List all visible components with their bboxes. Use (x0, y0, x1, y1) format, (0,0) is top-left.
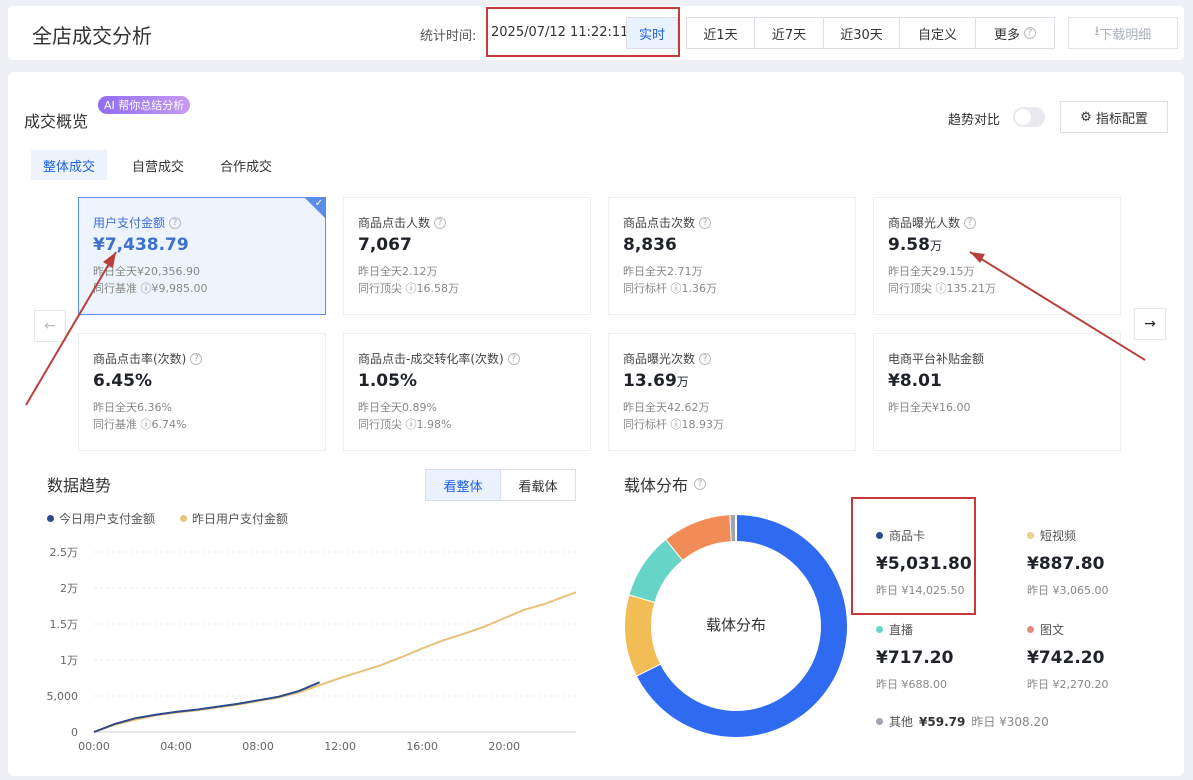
dist-value: ¥717.20 (876, 648, 954, 668)
y-tick-label: 0 (71, 726, 78, 739)
donut-center-label: 载体分布 (705, 616, 766, 634)
y-tick-label: 2万 (60, 582, 78, 595)
dist-item-image-text: 图文 ¥742.20 昨日 ¥2,270.20 (1027, 621, 1108, 692)
dist-item-live: 直播 ¥717.20 昨日 ¥688.00 (876, 621, 953, 692)
dist-yesterday: 昨日 ¥688.00 (876, 678, 947, 691)
trend-chart: 0 5,000 1万 1.5万 2万 2.5万 00:00 04:00 08:00 12:00 16… (47, 546, 577, 753)
view-carrier-button[interactable]: 看载体 (500, 469, 576, 501)
legend-dot (1027, 626, 1034, 633)
distribution-title-wrap: 载体分布 ? (624, 472, 707, 496)
legend-dot (876, 626, 883, 633)
x-tick-label: 00:00 (78, 740, 110, 753)
trend-title: 数据趋势 (47, 476, 112, 495)
view-overall-button[interactable]: 看整体 (425, 469, 501, 501)
dist-label: 短视频 (1040, 529, 1077, 543)
highlight-box (851, 497, 976, 615)
donut-slice (629, 539, 684, 603)
y-tick-label: 2.5万 (50, 546, 79, 559)
donut-slice (666, 515, 733, 561)
x-tick-label: 12:00 (324, 740, 356, 753)
legend-dot (1027, 532, 1034, 539)
y-tick-label: 1万 (60, 654, 78, 667)
dist-label: 直播 (889, 623, 914, 637)
legend-today: 今日用户支付金额 (47, 510, 155, 527)
x-tick-label: 16:00 (406, 740, 438, 753)
dist-label: 其他 (889, 715, 914, 729)
dist-yesterday: 昨日 ¥3,065.00 (1027, 584, 1109, 597)
dist-item-short-video: 短视频 ¥887.80 昨日 ¥3,065.00 (1027, 527, 1108, 598)
y-tick-label: 5,000 (47, 690, 79, 703)
y-tick-label: 1.5万 (50, 618, 79, 631)
legend-label: 今日用户支付金额 (59, 512, 156, 526)
dist-item-other: 其他 ¥59.79 昨日 ¥308.20 (876, 713, 1049, 730)
series-line (93, 681, 321, 733)
x-tick-label: 08:00 (242, 740, 274, 753)
help-icon: ? (694, 478, 707, 490)
legend-yesterday: 昨日用户支付金额 (180, 510, 288, 527)
dist-yesterday: 昨日 ¥2,270.20 (1027, 678, 1109, 691)
legend-dot (876, 718, 883, 725)
legend-dot (180, 515, 187, 522)
dist-value: ¥742.20 (1027, 648, 1105, 668)
dist-value: ¥887.80 (1027, 554, 1105, 574)
series-line (93, 591, 577, 733)
legend-label: 昨日用户支付金额 (192, 512, 289, 526)
x-tick-label: 04:00 (160, 740, 192, 753)
dist-value: ¥59.79 (919, 714, 966, 729)
dist-yesterday: 昨日 ¥308.20 (971, 715, 1049, 729)
x-tick-label: 20:00 (488, 740, 520, 753)
distribution-title: 载体分布 (624, 476, 689, 495)
dist-label: 图文 (1040, 623, 1065, 637)
legend-dot (47, 515, 54, 522)
